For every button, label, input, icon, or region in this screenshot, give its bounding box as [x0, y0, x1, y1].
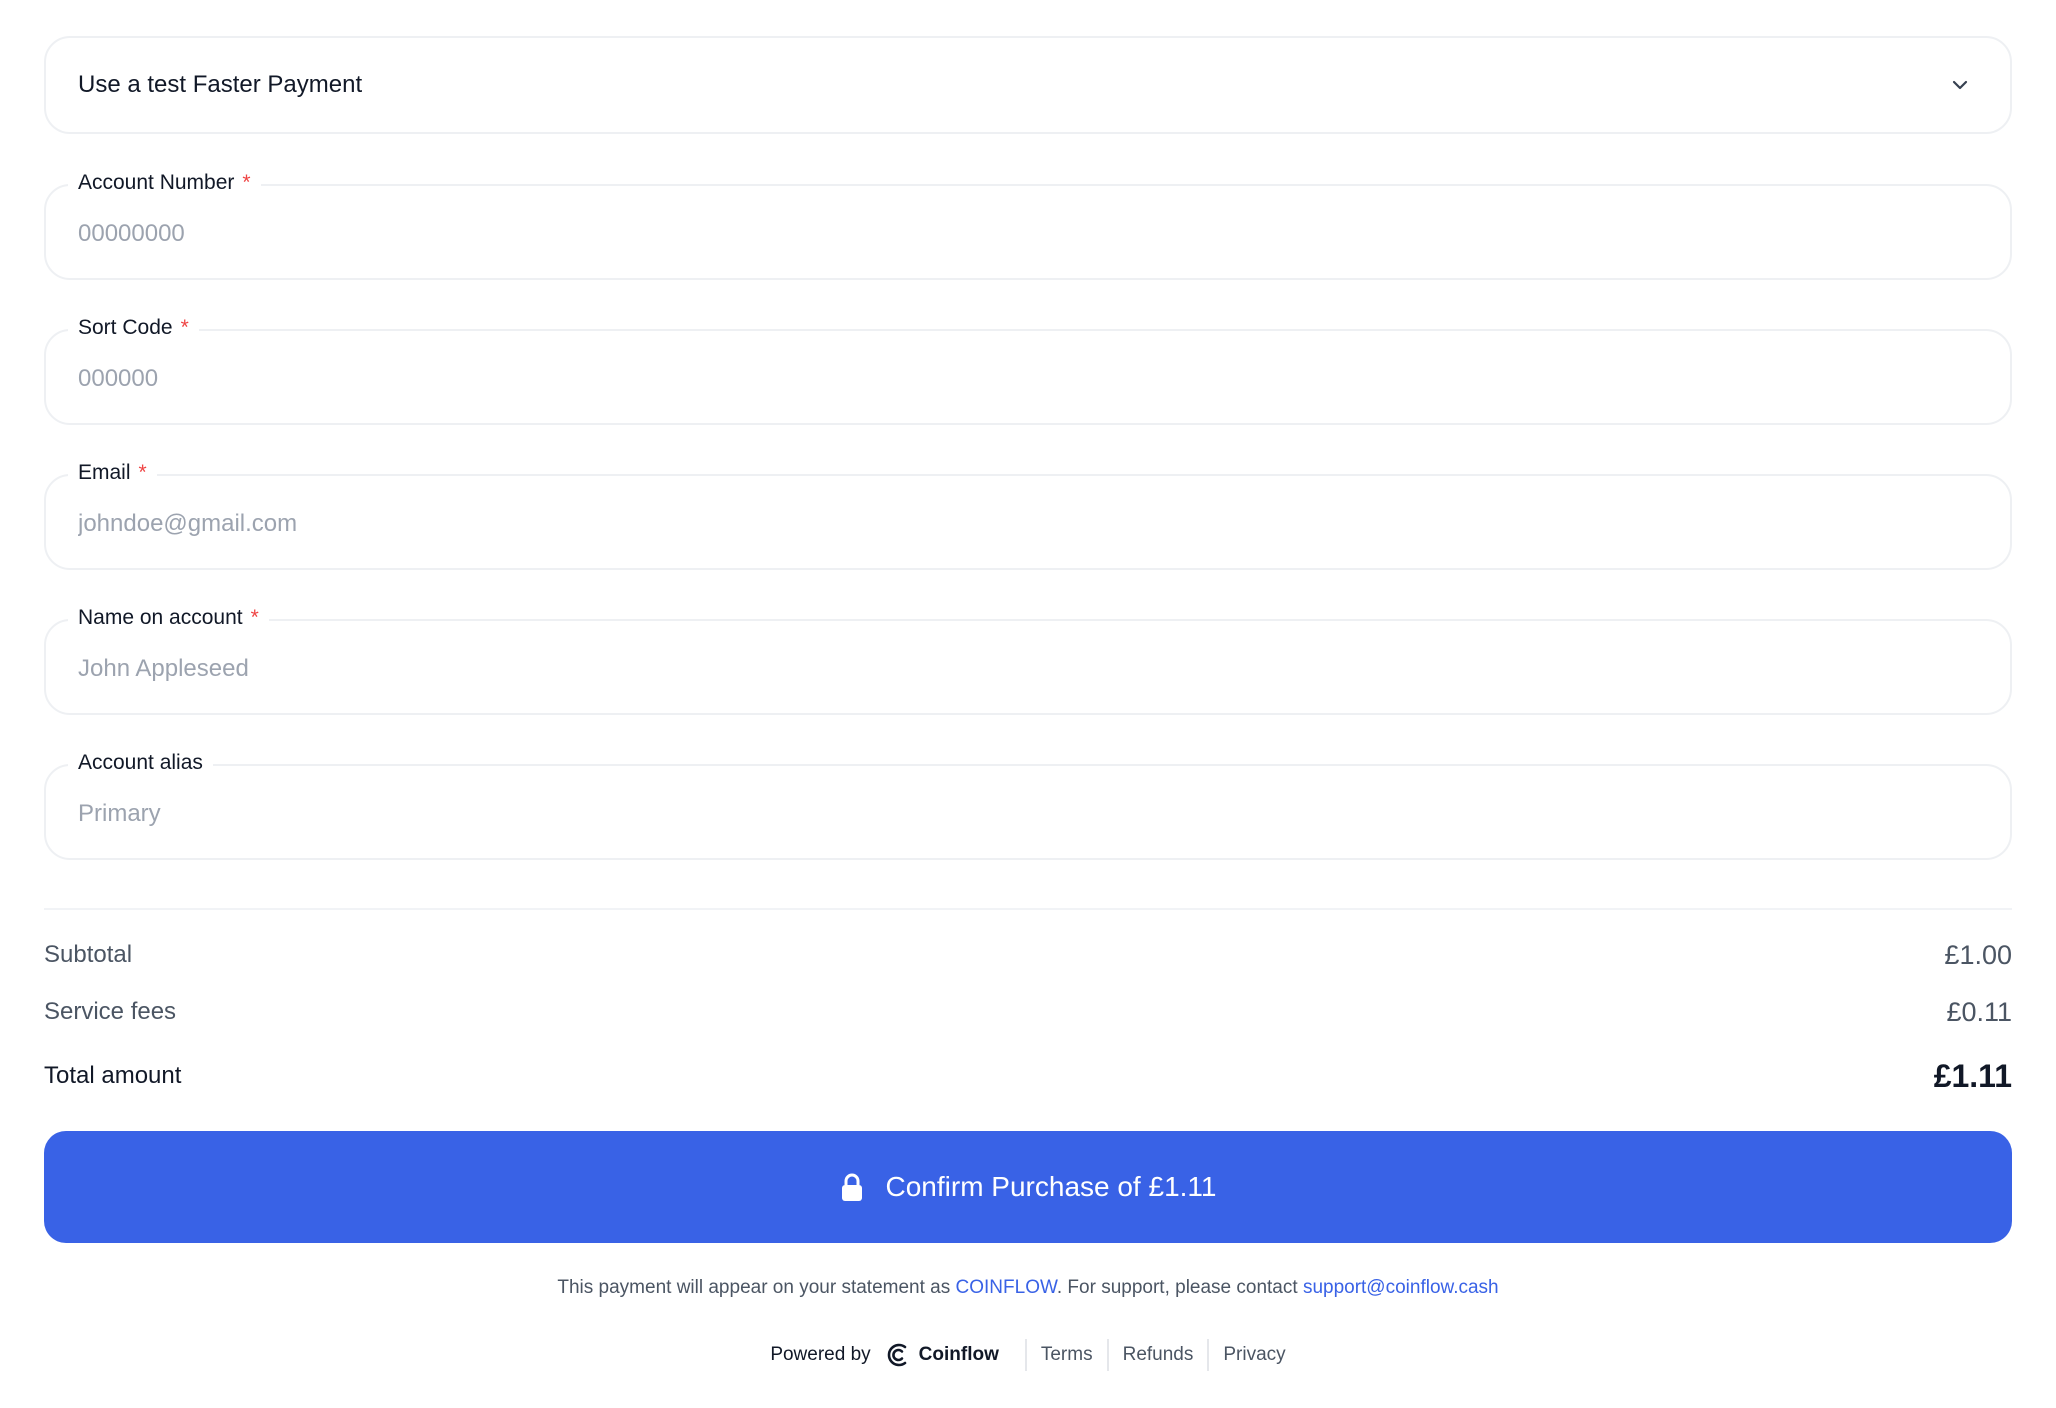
sort-code-label: Sort Code * — [68, 314, 199, 342]
powered-by: Powered by Coinflow — [770, 1342, 999, 1368]
confirm-purchase-button[interactable]: Confirm Purchase of £1.11 — [44, 1131, 2012, 1243]
account-alias-field: Account alias — [44, 749, 2012, 860]
total-row: Total amount £1.11 — [44, 1054, 2012, 1098]
coinflow-logo-icon — [887, 1343, 906, 1367]
confirm-purchase-label: Confirm Purchase of £1.11 — [885, 1171, 1217, 1202]
dropdown-label: Use a test Faster Payment — [78, 71, 363, 98]
required-mark: * — [250, 606, 259, 629]
statement-notice: This payment will appear on your stateme… — [557, 1277, 1499, 1298]
footer: Powered by Coinflow Terms Refunds Privac… — [44, 1339, 2012, 1371]
lock-icon — [841, 1173, 862, 1201]
total-label: Total amount — [44, 1062, 182, 1089]
required-mark: * — [242, 171, 251, 194]
required-mark: * — [180, 316, 189, 339]
privacy-link[interactable]: Privacy — [1223, 1344, 1285, 1366]
subtotal-label: Subtotal — [44, 941, 133, 968]
email-input[interactable] — [78, 504, 1958, 544]
total-value: £1.11 — [1933, 1057, 2012, 1094]
service-fees-label: Service fees — [44, 998, 177, 1025]
account-alias-label: Account alias — [68, 749, 213, 777]
service-fees-value: £0.11 — [1946, 996, 2012, 1027]
support-email-link[interactable]: support@coinflow.cash — [1303, 1277, 1499, 1298]
subtotal-value: £1.00 — [1944, 939, 2012, 970]
subtotal-row: Subtotal £1.00 — [44, 936, 2012, 974]
name-on-account-label: Name on account * — [68, 604, 269, 632]
footer-separator — [1106, 1339, 1109, 1371]
payment-form: Use a test Faster Payment Account Number… — [44, 36, 2012, 1371]
powered-by-label: Powered by — [770, 1344, 871, 1365]
sort-code-field: Sort Code * — [44, 314, 2012, 425]
account-number-field: Account Number * — [44, 169, 2012, 280]
refunds-link[interactable]: Refunds — [1123, 1344, 1194, 1366]
email-field: Email * — [44, 459, 2012, 570]
email-label: Email * — [68, 459, 157, 487]
name-on-account-input[interactable] — [78, 649, 1958, 689]
coinflow-brand: Coinflow — [918, 1344, 999, 1365]
footer-separator — [1024, 1339, 1027, 1371]
account-number-label: Account Number * — [68, 169, 261, 197]
required-mark: * — [138, 461, 147, 484]
sort-code-input[interactable] — [78, 359, 1958, 399]
name-on-account-field: Name on account * — [44, 604, 2012, 715]
divider — [44, 908, 2012, 910]
footer-separator — [1207, 1339, 1210, 1371]
account-number-input[interactable] — [78, 214, 1958, 254]
test-payment-dropdown[interactable]: Use a test Faster Payment — [44, 36, 2012, 134]
coinflow-logo: Coinflow — [885, 1342, 999, 1368]
terms-link[interactable]: Terms — [1041, 1344, 1093, 1366]
statement-descriptor: COINFLOW — [955, 1277, 1057, 1298]
account-alias-input[interactable] — [78, 794, 1958, 834]
checkout-page: Use a test Faster Payment Account Number… — [0, 0, 2056, 1408]
chevron-down-icon — [1952, 80, 1968, 90]
service-fees-row: Service fees £0.11 — [44, 993, 2012, 1031]
